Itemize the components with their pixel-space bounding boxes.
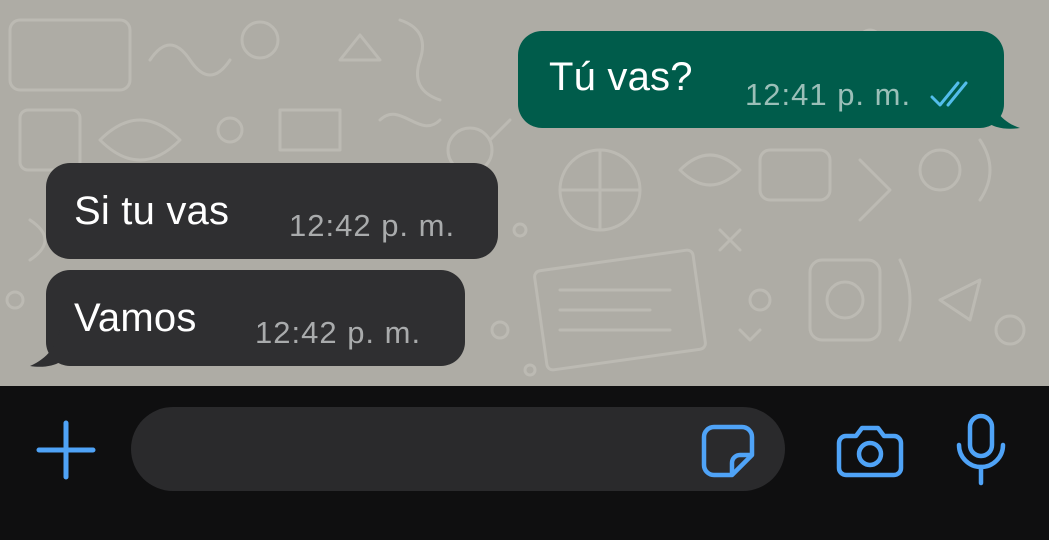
incoming-message-bubble[interactable]: Si tu vas 12:42 p. m. (46, 163, 498, 259)
outgoing-bubble-tail (990, 96, 1020, 129)
message-timestamp: 12:42 p. m. (289, 208, 456, 243)
message-timestamp: 12:42 p. m. (255, 315, 422, 350)
message-text: Si tu vas (74, 189, 230, 233)
sticker-icon[interactable] (700, 423, 756, 479)
message-input-field[interactable] (131, 407, 785, 491)
chat-area[interactable]: Tú vas? 12:41 p. m. Si tu vas 12:42 p. m… (0, 0, 1049, 386)
message-text: Vamos (74, 296, 197, 340)
microphone-icon[interactable] (953, 413, 1009, 487)
camera-icon[interactable] (836, 422, 904, 478)
plus-icon[interactable] (36, 420, 96, 480)
incoming-message-bubble[interactable]: Vamos 12:42 p. m. (46, 270, 465, 366)
message-input[interactable] (159, 427, 703, 473)
outgoing-message-bubble[interactable]: Tú vas? 12:41 p. m. (518, 31, 1004, 128)
double-check-read-icon (930, 81, 968, 107)
message-timestamp: 12:41 p. m. (745, 77, 912, 112)
message-text: Tú vas? (549, 55, 693, 99)
incoming-bubble-tail (30, 330, 60, 367)
